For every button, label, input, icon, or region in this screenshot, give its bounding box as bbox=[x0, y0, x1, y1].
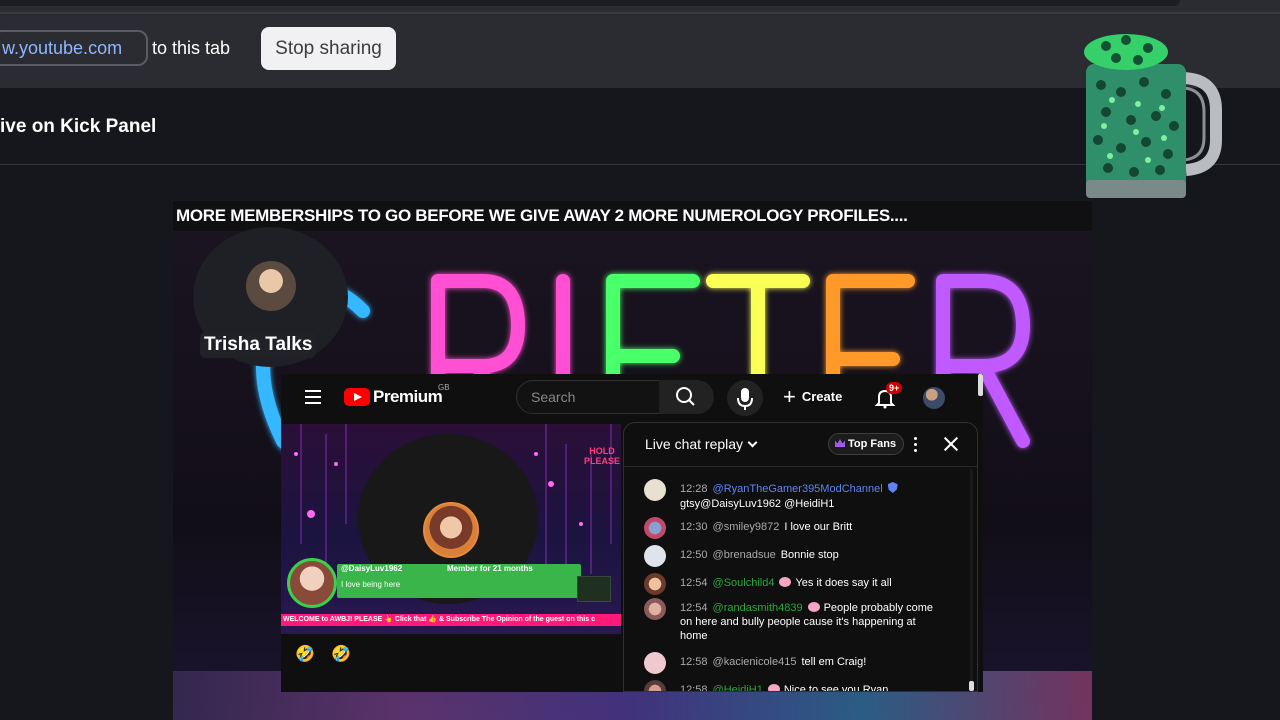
author-name[interactable]: @brenadsue bbox=[713, 549, 776, 561]
divider bbox=[0, 12, 1280, 14]
stream-banner: MORE MEMBERSHIPS TO GO BEFORE WE GIVE AW… bbox=[173, 201, 1092, 231]
share-to-tab-label: to this tab bbox=[152, 38, 231, 58]
timestamp: 12:58 bbox=[680, 656, 708, 668]
timestamp: 12:58 bbox=[680, 684, 708, 692]
message-text: People probably come bbox=[823, 602, 934, 614]
message-text: Bonnie stop bbox=[780, 549, 839, 561]
chat-title: Live chat replay bbox=[645, 436, 744, 452]
reaction-emojis: 🤣 🤣 bbox=[295, 646, 358, 663]
thumbnail-box bbox=[577, 576, 611, 602]
close-icon[interactable] bbox=[942, 435, 960, 453]
message-text: tell em Craig! bbox=[801, 656, 867, 668]
microphone-icon bbox=[737, 388, 753, 410]
member-message: I love being here bbox=[341, 580, 401, 589]
inner-video-player[interactable]: HOLD PLEASE @DaisyLuv1962 Member for 21 … bbox=[281, 424, 621, 634]
youtube-header: Premium GB Search + Create 9+ bbox=[281, 374, 983, 420]
screen: w.youtube.com to this tab Stop sharing i… bbox=[0, 0, 1280, 720]
avatar bbox=[644, 680, 666, 691]
host-avatar bbox=[246, 261, 296, 311]
member-badge-icon bbox=[767, 684, 780, 691]
stream-video[interactable]: MORE MEMBERSHIPS TO GO BEFORE WE GIVE AW… bbox=[173, 201, 1092, 720]
create-button[interactable]: + Create bbox=[783, 384, 842, 410]
youtube-logo-icon[interactable] bbox=[344, 388, 370, 406]
more-options-icon[interactable] bbox=[914, 437, 918, 453]
avatar bbox=[644, 479, 666, 501]
shamrock-beer-mug-icon bbox=[1084, 34, 1222, 198]
notification-count-badge: 9+ bbox=[886, 382, 903, 394]
member-handle: @DaisyLuv1962 bbox=[341, 564, 403, 573]
member-duration: Member for 21 months bbox=[447, 564, 533, 573]
chevron-down-icon bbox=[747, 437, 758, 448]
message-text: Nice to see you Ryan bbox=[783, 684, 889, 692]
youtube-brand[interactable]: Premium bbox=[373, 387, 443, 407]
stop-sharing-button[interactable]: Stop sharing bbox=[261, 27, 396, 70]
avatar bbox=[644, 598, 666, 620]
search-input[interactable]: Search bbox=[516, 380, 661, 414]
top-fans-label: Top Fans bbox=[848, 438, 897, 450]
voice-search-button[interactable] bbox=[727, 380, 763, 416]
author-name[interactable]: @randasmith4839 bbox=[713, 602, 803, 614]
guest-avatar bbox=[423, 502, 479, 558]
chat-scrollbar-track[interactable] bbox=[970, 469, 973, 691]
panel-title: ive on Kick Panel bbox=[0, 116, 157, 137]
timestamp: 12:50 bbox=[680, 549, 708, 561]
avatar bbox=[644, 517, 666, 539]
member-badge-icon bbox=[807, 602, 820, 612]
menu-icon[interactable] bbox=[305, 390, 321, 404]
author-name[interactable]: @kacienicole415 bbox=[713, 656, 797, 668]
member-badge-icon bbox=[779, 577, 792, 587]
browser-tab-strip bbox=[0, 0, 1180, 6]
chat-scrollbar-thumb[interactable] bbox=[969, 681, 974, 691]
hold-please-sign: HOLD PLEASE bbox=[583, 446, 620, 466]
message-text: I love our Britt bbox=[784, 521, 853, 533]
region-code: GB bbox=[438, 383, 450, 392]
timestamp: 12:30 bbox=[680, 521, 708, 533]
top-fans-button[interactable]: Top Fans bbox=[828, 433, 905, 455]
member-avatar bbox=[287, 558, 337, 608]
scrolling-ticker: WELCOME to AWBJ! PLEASE 👆 Click that 👍 &… bbox=[281, 614, 621, 626]
author-name[interactable]: @smiley9872 bbox=[713, 521, 780, 533]
avatar bbox=[644, 652, 666, 674]
message-text-continued: on here and bully people cause it's happ… bbox=[680, 616, 916, 642]
search-icon bbox=[676, 387, 695, 406]
create-label: Create bbox=[801, 389, 843, 404]
author-name[interactable]: @RyanTheGamer395ModChannel bbox=[713, 483, 883, 495]
message-text: gtsy@DaisyLuv1962 @HeidiH1 bbox=[680, 498, 835, 510]
timestamp: 12:54 bbox=[680, 577, 708, 589]
account-avatar[interactable] bbox=[923, 387, 945, 409]
host-name: Trisha Talks bbox=[200, 332, 317, 358]
crown-icon bbox=[835, 439, 845, 447]
avatar bbox=[644, 573, 666, 595]
timestamp: 12:54 bbox=[680, 602, 708, 614]
scrollbar[interactable] bbox=[978, 374, 983, 396]
plus-icon: + bbox=[783, 384, 796, 409]
avatar bbox=[644, 545, 666, 567]
chat-header: Live chat replay Top Fans bbox=[624, 423, 977, 467]
timestamp: 12:28 bbox=[680, 483, 708, 495]
shared-url-chip[interactable]: w.youtube.com bbox=[0, 30, 148, 66]
message-text: Yes it does say it all bbox=[795, 577, 892, 589]
chat-mode-dropdown[interactable]: Live chat replay bbox=[645, 436, 758, 452]
live-chat-panel: Live chat replay Top Fans 12:28 @RyanTheG… bbox=[623, 422, 978, 692]
verified-badge-icon bbox=[887, 482, 898, 493]
author-name[interactable]: @Soulchild4 bbox=[713, 577, 775, 589]
author-name[interactable]: @HeidiH1 bbox=[713, 684, 763, 691]
search-button[interactable] bbox=[659, 380, 714, 414]
youtube-window: Premium GB Search + Create 9+ HOLD PLEAS… bbox=[281, 374, 983, 692]
